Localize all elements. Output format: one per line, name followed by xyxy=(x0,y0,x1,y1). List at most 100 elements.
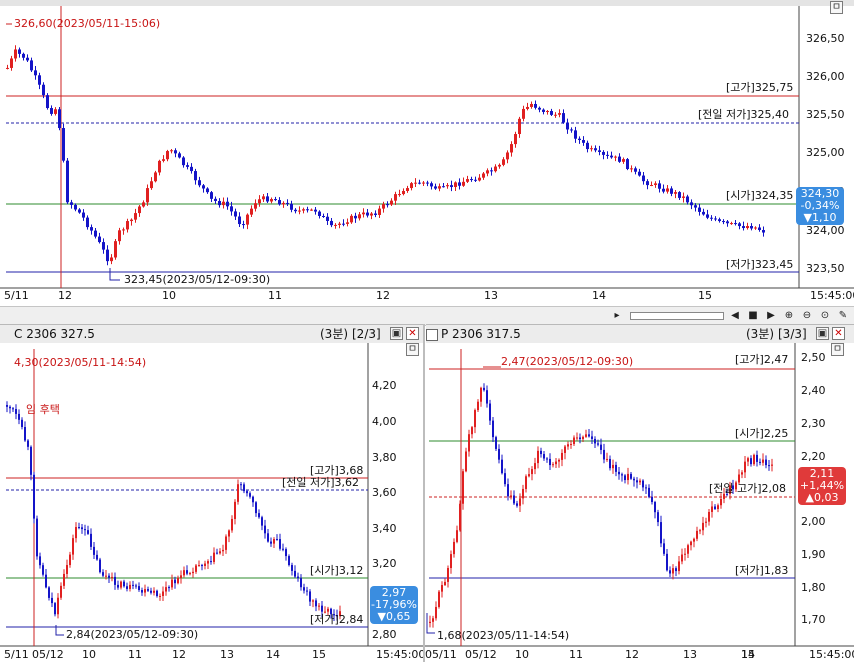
top-candle xyxy=(566,122,569,130)
top-candle xyxy=(242,224,245,226)
top-candle xyxy=(258,199,261,204)
put-candle xyxy=(594,438,596,444)
call-candle xyxy=(240,484,242,486)
top-candle xyxy=(62,128,65,161)
call-time-tick: 10 xyxy=(82,648,96,661)
scroll-slider[interactable] xyxy=(630,312,724,320)
chart-menu-button[interactable]: ㅁ xyxy=(830,1,843,14)
put-candle xyxy=(711,506,713,512)
call-candle xyxy=(231,518,233,531)
put-candle xyxy=(675,568,677,572)
call-settings-button[interactable]: ▣ xyxy=(390,327,403,340)
call-option-titlebar: C 2306 327.5 (3분) [2/3] ▣ ✕ xyxy=(0,324,424,344)
call-option-chart[interactable]: ㅁ 4,30(2023/05/11-14:54) 임 후택 2,84(2023/… xyxy=(0,343,423,662)
put-candle xyxy=(555,461,557,465)
put-candle xyxy=(576,437,578,439)
min-marker xyxy=(109,268,120,281)
put-candle xyxy=(516,503,518,506)
put-settings-button[interactable]: ▣ xyxy=(816,327,829,340)
call-price-tick: 3,60 xyxy=(372,486,397,499)
put-candle xyxy=(453,541,455,555)
put-candle xyxy=(438,591,440,607)
top-candle xyxy=(246,214,249,225)
call-candle xyxy=(24,426,26,441)
top-candle xyxy=(302,209,305,211)
put-candle xyxy=(663,543,665,554)
futures-chart[interactable]: ㅁ 326,60(2023/05/11-15:06) 323,45(2023/0… xyxy=(0,0,854,306)
top-candle xyxy=(30,60,33,71)
top-candle xyxy=(190,166,193,172)
call-low-label: [저가]2,84 xyxy=(310,613,364,626)
top-candle xyxy=(78,209,81,213)
call-candle xyxy=(228,530,230,537)
put-menu-button[interactable]: ㅁ xyxy=(831,343,844,356)
put-candle xyxy=(552,464,554,466)
call-candle xyxy=(123,581,125,587)
put-time-tick: 05/12 xyxy=(465,648,497,661)
put-candle xyxy=(666,553,668,571)
put-time-tick: 13 xyxy=(683,648,697,661)
top-candle xyxy=(418,182,421,184)
call-candle xyxy=(21,419,23,427)
top-candle xyxy=(438,186,441,189)
put-candle xyxy=(519,498,521,506)
put-candle xyxy=(492,420,494,438)
put-candle xyxy=(483,387,485,391)
put-price-tick: 2,40 xyxy=(801,384,826,397)
put-candle xyxy=(537,450,539,464)
call-candle xyxy=(72,538,74,555)
put-candle xyxy=(540,450,542,455)
call-time-tick: 15:45:00 xyxy=(376,648,423,661)
put-candle xyxy=(690,541,692,546)
call-title: C 2306 327.5 xyxy=(14,327,95,341)
call-price-tick: 2,80 xyxy=(372,628,397,641)
top-candle xyxy=(654,183,657,185)
call-close-button[interactable]: ✕ xyxy=(406,327,419,340)
call-candle xyxy=(108,575,110,578)
search-icon[interactable]: ⊙ xyxy=(818,309,832,322)
call-candle xyxy=(99,559,101,573)
call-price-tick: 4,20 xyxy=(372,379,397,392)
call-candle xyxy=(264,525,266,534)
top-candle xyxy=(294,209,297,212)
call-menu-button[interactable]: ㅁ xyxy=(406,343,419,356)
top-candle xyxy=(306,209,309,211)
chart-toolbar: ▸ ◀ ■ ▶ ⊕ ⊖ ⊙ ✎ xyxy=(0,306,854,326)
stop-button[interactable]: ■ xyxy=(746,309,760,322)
put-candle xyxy=(636,480,638,483)
zoom-in-icon[interactable]: ⊕ xyxy=(782,309,796,322)
put-candle xyxy=(471,427,473,435)
top-candle xyxy=(338,223,341,225)
top-candle xyxy=(286,202,289,204)
call-candle xyxy=(237,484,239,502)
call-candle xyxy=(141,589,143,593)
open-price-label: [시가]324,35 xyxy=(726,189,794,202)
top-candle xyxy=(554,114,557,116)
call-candle xyxy=(294,570,296,577)
top-candle xyxy=(726,221,729,224)
top-candle xyxy=(390,200,393,205)
call-time-tick: 11 xyxy=(128,648,142,661)
prev-button[interactable]: ◀ xyxy=(728,309,742,322)
scroll-left-button[interactable]: ▸ xyxy=(610,309,624,322)
next-button[interactable]: ▶ xyxy=(764,309,778,322)
put-candle xyxy=(624,475,626,481)
zoom-out-icon[interactable]: ⊖ xyxy=(800,309,814,322)
top-candle xyxy=(414,182,417,184)
put-candle xyxy=(474,410,476,428)
top-candle xyxy=(346,222,349,224)
wrench-icon[interactable]: ✎ xyxy=(836,309,850,322)
call-candle xyxy=(315,600,317,607)
put-candle xyxy=(513,495,515,504)
put-candle xyxy=(600,444,602,450)
call-prev-low-label: [전일 저가]3,62 xyxy=(282,476,360,489)
top-candle xyxy=(530,103,533,107)
put-close-button[interactable]: ✕ xyxy=(832,327,845,340)
put-candle xyxy=(699,530,701,532)
top-candle xyxy=(558,113,561,115)
put-checkbox[interactable] xyxy=(426,329,438,341)
put-option-chart[interactable]: ㅁ 2,47(2023/05/12-09:30) 1,68(2023/05/11… xyxy=(425,343,854,662)
put-price-tick: 2,20 xyxy=(801,450,826,463)
call-period: (3분) xyxy=(320,327,349,341)
put-candle xyxy=(744,461,746,473)
